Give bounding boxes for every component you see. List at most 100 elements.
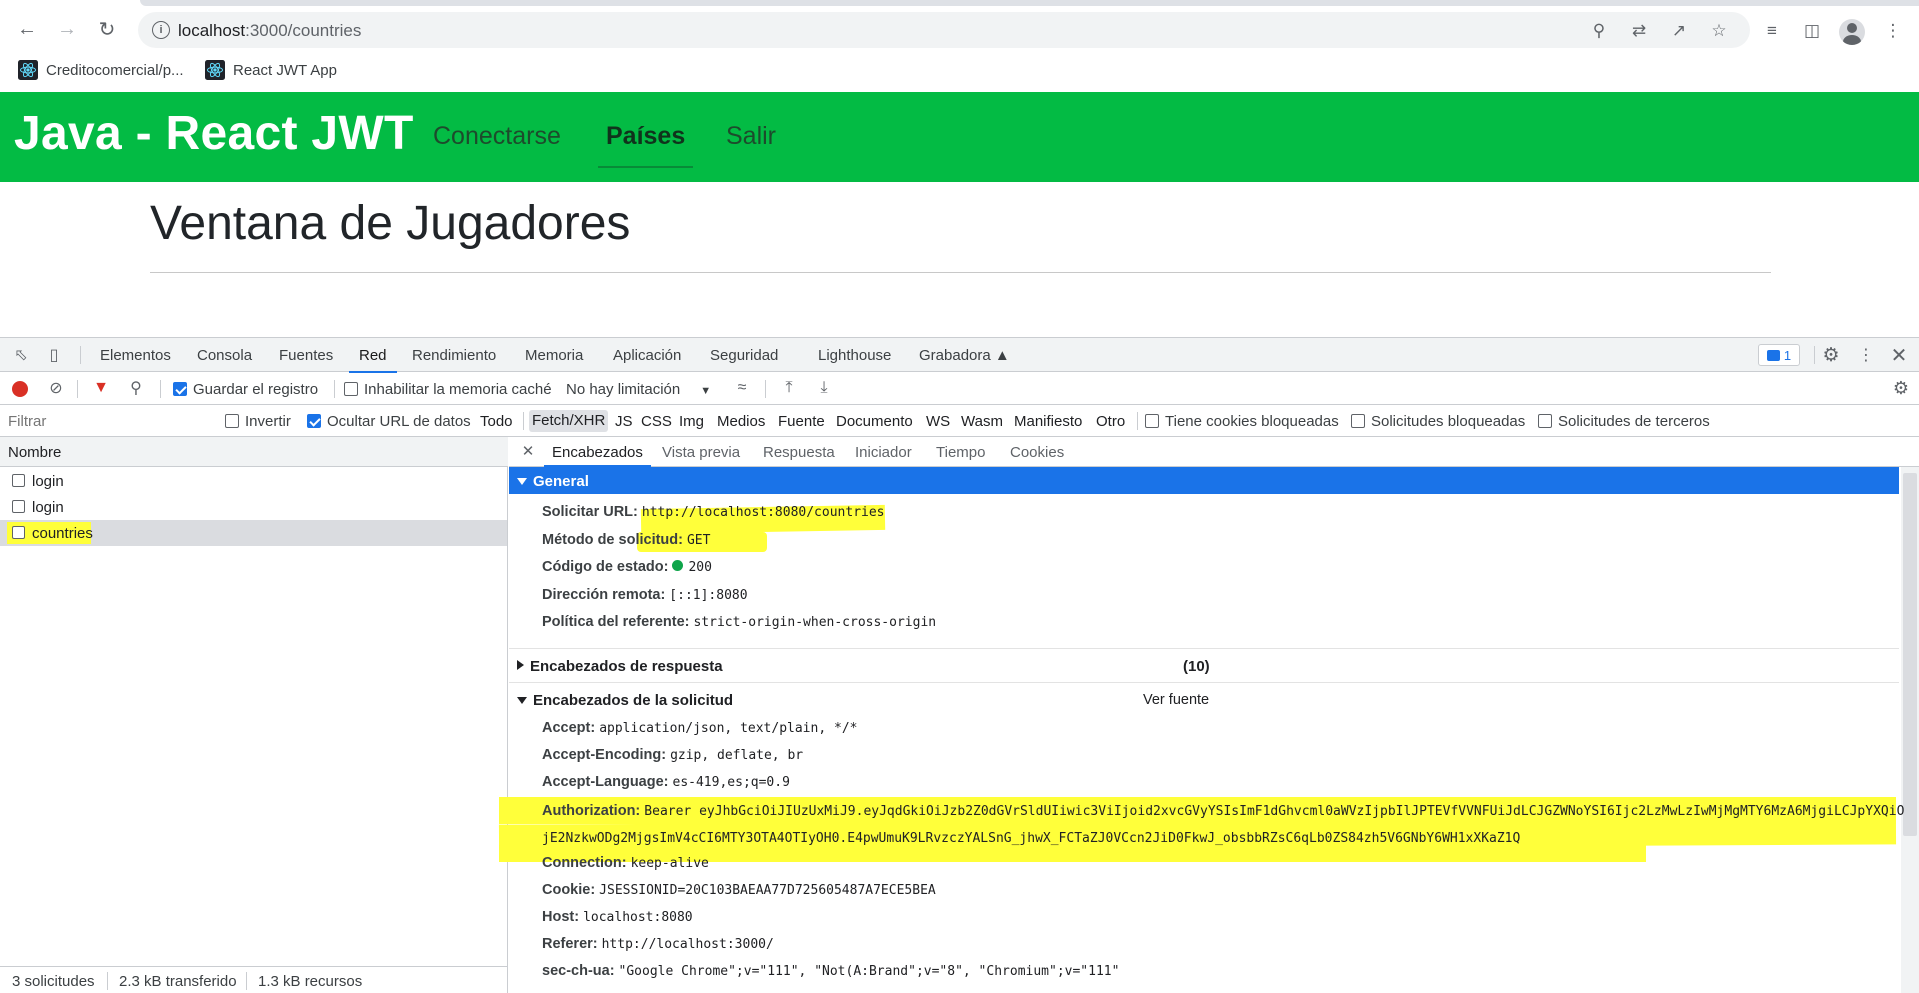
network-conditions-wifi-icon[interactable]: ≈ bbox=[731, 378, 753, 398]
header-value[interactable]: 200 bbox=[672, 560, 712, 575]
search-icon[interactable]: ⚲ bbox=[125, 378, 147, 398]
tab-lighthouse[interactable]: Lighthouse bbox=[818, 347, 891, 364]
request-row-countries[interactable]: countries bbox=[0, 520, 507, 546]
tab-fuentes[interactable]: Fuentes bbox=[279, 347, 333, 364]
response-headers-section-header[interactable]: Encabezados de respuesta bbox=[517, 658, 723, 675]
url-text[interactable]: localhost:3000/countries bbox=[178, 21, 361, 41]
header-value[interactable]: keep-alive bbox=[631, 856, 709, 871]
third-party-checkbox[interactable]: Solicitudes de terceros bbox=[1538, 413, 1710, 430]
side-panel-icon[interactable]: ◫ bbox=[1801, 20, 1823, 42]
clear-icon[interactable]: ⊘ bbox=[45, 378, 67, 398]
share-icon[interactable]: ↗ bbox=[1668, 20, 1690, 42]
checkbox-unchecked[interactable] bbox=[1351, 414, 1365, 428]
filter-type-otro[interactable]: Otro bbox=[1096, 413, 1125, 430]
tab-iniciador[interactable]: Iniciador bbox=[855, 444, 912, 461]
filter-type-js[interactable]: JS bbox=[615, 413, 633, 430]
header-value[interactable]: application/json, text/plain, */* bbox=[599, 721, 857, 736]
nav-paises[interactable]: Países bbox=[597, 122, 694, 168]
header-value[interactable]: [::1]:8080 bbox=[669, 588, 747, 603]
general-section-header[interactable]: General bbox=[509, 467, 1899, 494]
blocked-requests-checkbox[interactable]: Solicitudes bloqueadas bbox=[1351, 413, 1525, 430]
export-har-icon[interactable]: ⤓ bbox=[813, 378, 835, 398]
tab-cookies[interactable]: Cookies bbox=[1010, 444, 1064, 461]
nav-salir[interactable]: Salir bbox=[726, 122, 776, 151]
tab-rendimiento[interactable]: Rendimiento bbox=[412, 347, 496, 364]
checkbox-unchecked[interactable] bbox=[344, 382, 358, 396]
translate-icon[interactable]: ⇄ bbox=[1628, 20, 1650, 42]
record-icon[interactable] bbox=[12, 381, 28, 397]
hide-data-urls-checkbox[interactable]: Ocultar URL de datos bbox=[307, 413, 471, 430]
site-info-icon[interactable]: i bbox=[152, 21, 170, 39]
tab-elementos[interactable]: Elementos bbox=[100, 347, 171, 364]
header-value[interactable]: strict-origin-when-cross-origin bbox=[693, 615, 936, 630]
checkbox-unchecked[interactable] bbox=[225, 414, 239, 428]
checkbox-unchecked[interactable] bbox=[1145, 414, 1159, 428]
filter-type-manifiesto[interactable]: Manifiesto bbox=[1014, 413, 1082, 430]
invert-checkbox[interactable]: Invertir bbox=[225, 413, 291, 430]
reading-list-icon[interactable]: ≡ bbox=[1761, 20, 1783, 42]
filter-type-todo[interactable]: Todo bbox=[480, 413, 513, 430]
address-bar[interactable]: i localhost:3000/countries ⚲ ⇄ ↗ ☆ bbox=[138, 12, 1750, 48]
tab-grabadora[interactable]: Grabadora ▲ bbox=[919, 347, 1010, 364]
filter-input[interactable] bbox=[4, 410, 210, 432]
close-devtools-icon[interactable]: ✕ bbox=[1888, 345, 1910, 367]
bookmark-react-jwt-app[interactable]: React JWT App bbox=[205, 58, 337, 82]
filter-type-ws[interactable]: WS bbox=[926, 413, 950, 430]
filter-funnel-icon[interactable]: ▼ bbox=[90, 378, 112, 398]
request-row-login[interactable]: login bbox=[0, 494, 507, 520]
preserve-log-checkbox[interactable]: Guardar el registro bbox=[173, 381, 318, 398]
more-options-icon[interactable]: ⋮ bbox=[1855, 345, 1877, 365]
filter-type-documento[interactable]: Documento bbox=[836, 413, 913, 430]
filter-type-fuente[interactable]: Fuente bbox=[778, 413, 825, 430]
filter-type-fetch-xhr[interactable]: Fetch/XHR bbox=[529, 410, 609, 432]
key-icon[interactable]: ⚲ bbox=[1588, 20, 1610, 42]
details-scrollbar-thumb[interactable] bbox=[1903, 473, 1917, 836]
throttling-select[interactable]: No hay limitación ▼ bbox=[566, 381, 711, 398]
reload-icon[interactable]: ↻ bbox=[92, 14, 122, 44]
forward-arrow-icon[interactable]: → bbox=[52, 14, 82, 44]
bookmark-star-icon[interactable]: ☆ bbox=[1708, 20, 1730, 42]
bookmark-creditocomercial[interactable]: Creditocomercial/p... bbox=[18, 58, 184, 82]
header-value[interactable]: gzip, deflate, br bbox=[670, 748, 803, 763]
filter-type-medios[interactable]: Medios bbox=[717, 413, 765, 430]
tab-consola[interactable]: Consola bbox=[197, 347, 252, 364]
network-settings-gear-icon[interactable]: ⚙ bbox=[1890, 378, 1912, 398]
menu-kebab-icon[interactable]: ⋮ bbox=[1882, 20, 1904, 42]
issues-badge[interactable]: 1 bbox=[1758, 344, 1800, 366]
header-value[interactable]: localhost:8080 bbox=[583, 910, 693, 925]
settings-gear-icon[interactable]: ⚙ bbox=[1820, 345, 1842, 366]
checkbox-checked[interactable] bbox=[307, 414, 321, 428]
header-value[interactable]: http://localhost:8080/countries bbox=[642, 505, 885, 520]
blocked-cookies-checkbox[interactable]: Tiene cookies bloqueadas bbox=[1145, 413, 1339, 430]
request-headers-section-header[interactable]: Encabezados de la solicitud bbox=[517, 692, 733, 709]
close-details-icon[interactable]: ✕ bbox=[517, 441, 539, 461]
filter-type-css[interactable]: CSS bbox=[641, 413, 672, 430]
header-value[interactable]: GET bbox=[687, 533, 710, 548]
tab-encabezados[interactable]: Encabezados bbox=[544, 444, 651, 467]
request-list-header[interactable]: Nombre bbox=[0, 437, 508, 467]
tab-red[interactable]: Red bbox=[349, 347, 396, 373]
view-source-link[interactable]: Ver fuente bbox=[1143, 692, 1209, 708]
authorization-token[interactable]: Bearer eyJhbGciOiJIUzUxMiJ9.eyJqdGkiOiJz… bbox=[542, 804, 1904, 846]
nav-conectarse[interactable]: Conectarse bbox=[433, 122, 561, 151]
disable-cache-checkbox[interactable]: Inhabilitar la memoria caché bbox=[344, 381, 552, 398]
tab-respuesta[interactable]: Respuesta bbox=[763, 444, 835, 461]
back-arrow-icon[interactable]: ← bbox=[12, 14, 42, 44]
filter-type-img[interactable]: Img bbox=[679, 413, 704, 430]
app-brand[interactable]: Java - React JWT bbox=[14, 106, 414, 161]
import-har-icon[interactable]: ⤒ bbox=[778, 378, 800, 398]
header-value[interactable]: http://localhost:3000/ bbox=[602, 937, 774, 952]
filter-type-wasm[interactable]: Wasm bbox=[961, 413, 1003, 430]
tab-memoria[interactable]: Memoria bbox=[525, 347, 583, 364]
header-value[interactable]: "Google Chrome";v="111", "Not(A:Brand";v… bbox=[619, 964, 1120, 979]
tab-seguridad[interactable]: Seguridad bbox=[710, 347, 778, 364]
device-toolbar-icon[interactable]: ▯ bbox=[43, 345, 65, 365]
checkbox-unchecked[interactable] bbox=[1538, 414, 1552, 428]
header-value[interactable]: JSESSIONID=20C103BAEAA77D725605487A7ECE5… bbox=[599, 883, 936, 898]
inspect-element-icon[interactable]: ⬁ bbox=[10, 345, 32, 365]
tab-tiempo[interactable]: Tiempo bbox=[936, 444, 985, 461]
request-row-login[interactable]: login bbox=[0, 468, 507, 494]
header-value[interactable]: es-419,es;q=0.9 bbox=[673, 775, 790, 790]
checkbox-checked[interactable] bbox=[173, 382, 187, 396]
tab-aplicacion[interactable]: Aplicación bbox=[613, 347, 681, 364]
